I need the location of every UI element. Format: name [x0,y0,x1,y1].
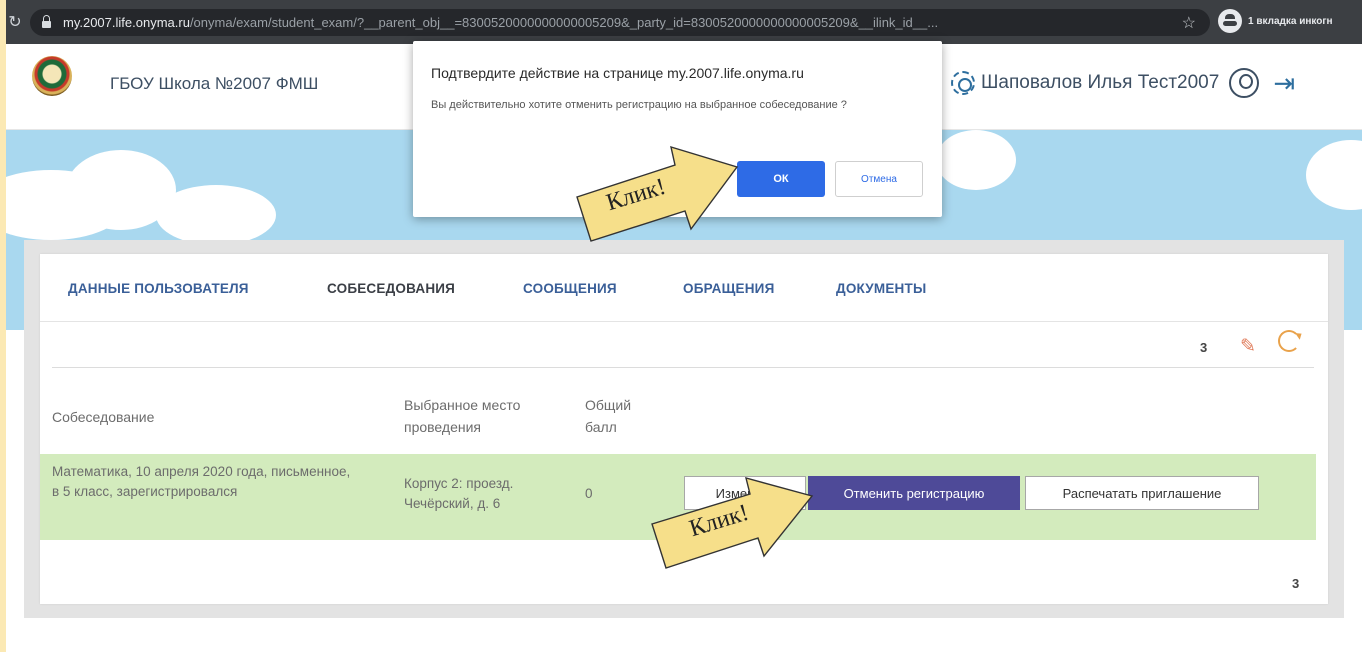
dialog-message: Вы действительно хотите отменить регистр… [431,99,847,111]
cancel-registration-button[interactable]: Отменить регистрацию [808,476,1020,510]
column-header-place: Выбранное место проведения [404,397,521,435]
print-invitation-button[interactable]: Распечатать приглашение [1025,476,1259,510]
divider [52,367,1314,368]
cancel-button[interactable]: Отмена [835,161,923,197]
tab-requests[interactable]: ОБРАЩЕНИЯ [683,281,775,296]
cloud-decoration [936,130,1016,190]
tab-interviews[interactable]: СОБЕСЕДОВАНИЯ [327,281,455,296]
interview-cell: Математика, 10 апреля 2020 года, письмен… [52,464,351,499]
address-bar[interactable]: my.2007.life.onyma.ru/onyma/exam/student… [30,9,1210,36]
tab-messages[interactable]: СООБЩЕНИЯ [523,281,617,296]
browser-toolbar: ↻ my.2007.life.onyma.ru/onyma/exam/stude… [6,0,1362,44]
user-area: Шаповалов Илья Тест2007 ⇥ [951,68,1295,98]
user-name[interactable]: Шаповалов Илья Тест2007 [981,72,1219,94]
record-count: 3 [1200,340,1208,355]
reload-icon[interactable]: ↻ [6,12,28,32]
school-name[interactable]: ГБОУ Школа №2007 ФМШ [110,74,318,94]
lock-icon [42,15,51,28]
tab-bar: ДАННЫЕ ПОЛЬЗОВАТЕЛЯ СОБЕСЕДОВАНИЯ СООБЩЕ… [40,254,1328,322]
url-path: /onyma/exam/student_exam/?__parent_obj__… [189,15,939,30]
score-cell: 0 [585,486,593,501]
incognito-icon [1218,9,1242,33]
gear-icon[interactable] [951,71,975,95]
refresh-icon[interactable] [1278,330,1300,352]
url-text[interactable]: my.2007.life.onyma.ru/onyma/exam/student… [63,15,1163,30]
incognito-label: 1 вкладка инкогн [1248,15,1333,27]
screen: ↻ my.2007.life.onyma.ru/onyma/exam/stude… [6,0,1362,652]
avatar-icon[interactable] [1229,68,1260,98]
school-logo[interactable] [32,56,72,96]
cloud-decoration [1306,140,1362,210]
logout-icon[interactable]: ⇥ [1273,70,1295,96]
tab-documents[interactable]: ДОКУМЕНТЫ [836,281,926,296]
incognito-indicator[interactable]: 1 вкладка инкогн [1218,9,1333,33]
column-header-interview: Собеседование [52,409,155,425]
record-count-bottom: 3 [1292,576,1300,591]
dialog-title: Подтвердите действие на странице my.2007… [431,65,804,81]
pin-icon[interactable]: ✎ [1240,335,1256,358]
url-host: my.2007.life.onyma.ru [63,15,190,30]
star-icon[interactable]: ☆ [1182,13,1196,33]
cloud-decoration [156,185,276,245]
tab-user-data[interactable]: ДАННЫЕ ПОЛЬЗОВАТЕЛЯ [68,281,249,296]
place-cell: Корпус 2: проезд. Чечёрский, д. 6 [404,476,514,511]
column-header-score: Общий балл [585,397,632,435]
